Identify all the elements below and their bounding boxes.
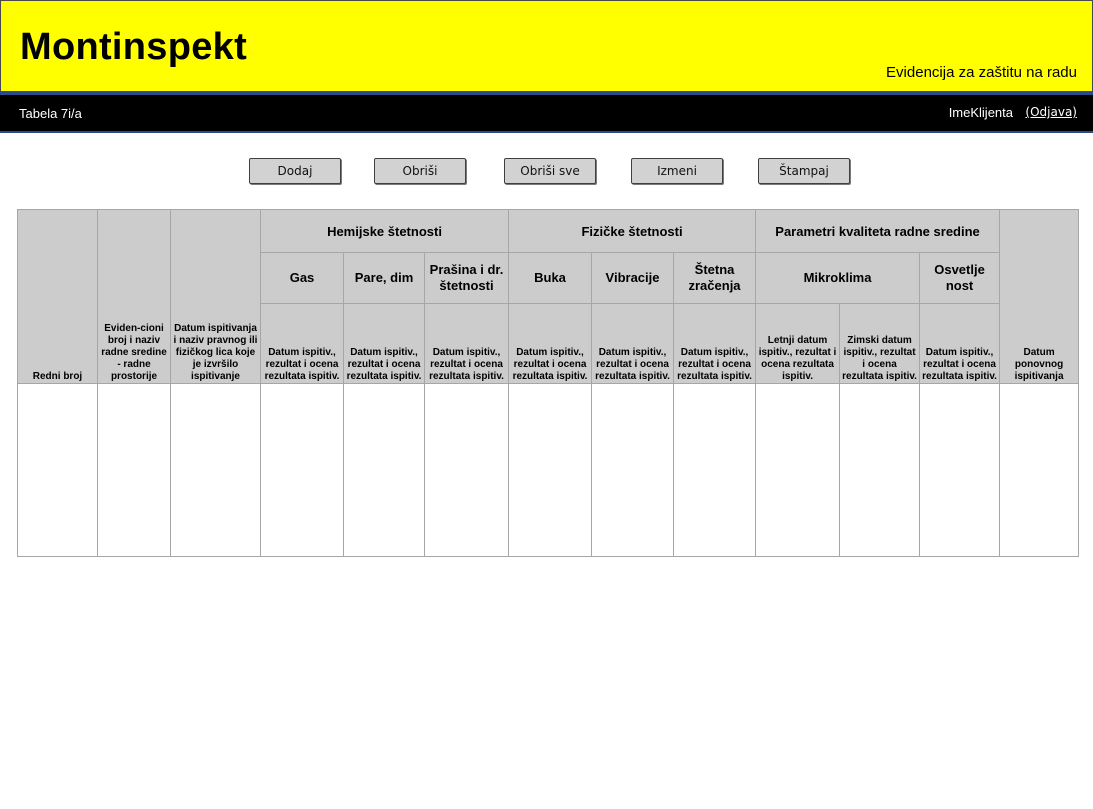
col-datum-ispitivanja: Datum ispitivanja i naziv pravnog ili fi…	[170, 209, 261, 384]
sub-prasina: Prašina i dr. štetnosti	[423, 252, 510, 304]
group-fizicke: Fizičke štetnosti	[508, 209, 757, 253]
detail-gas: Datum ispitiv., rezultat i ocena rezulta…	[260, 303, 344, 384]
detail-prasina: Datum ispitiv., rezultat i ocena rezulta…	[423, 303, 510, 384]
col-ponovno: Datum ponovnog ispitivanja	[999, 209, 1080, 384]
sub-stetna-zracenja: Štetna zračenja	[673, 252, 757, 304]
table-cell[interactable]	[999, 383, 1080, 557]
sub-pare: Pare, dim	[343, 252, 425, 304]
detail-stetna: Datum ispitiv., rezultat i ocena rezulta…	[673, 303, 757, 384]
group-hemijske: Hemijske štetnosti	[259, 209, 510, 253]
table-cell[interactable]	[17, 383, 98, 557]
detail-letnji: Letnji datum ispitiv., rezultat i ocena …	[755, 303, 841, 384]
records-table: Redni broj Eviden-cioni broj i naziv rad…	[17, 209, 1080, 557]
nav-bar: Tabela 7i/a ImeKlijenta (Odjava)	[0, 92, 1093, 133]
col-redni-broj: Redni broj	[17, 209, 98, 384]
add-button[interactable]: Dodaj	[249, 158, 341, 184]
detail-pare: Datum ispitiv., rezultat i ocena rezulta…	[343, 303, 425, 384]
detail-zimski: Zimski datum ispitiv., rezultat i ocena …	[839, 303, 921, 384]
table-cell[interactable]	[508, 383, 593, 557]
detail-osvetljenost: Datum ispitiv., rezultat i ocena rezulta…	[919, 303, 1001, 384]
table-cell[interactable]	[423, 383, 510, 557]
app-title: Montinspekt	[20, 26, 248, 68]
table-cell[interactable]	[97, 383, 171, 557]
table-cell[interactable]	[673, 383, 757, 557]
logout-link[interactable]: (Odjava)	[1025, 105, 1077, 119]
table-row[interactable]	[17, 383, 1080, 557]
table-cell[interactable]	[170, 383, 261, 557]
detail-vibracije: Datum ispitiv., rezultat i ocena rezulta…	[591, 303, 675, 384]
table-cell[interactable]	[839, 383, 921, 557]
edit-button[interactable]: Izmeni	[631, 158, 723, 184]
table-cell[interactable]	[343, 383, 425, 557]
table-cell[interactable]	[591, 383, 675, 557]
table-cell[interactable]	[260, 383, 344, 557]
print-button[interactable]: Štampaj	[758, 158, 850, 184]
sub-mikroklima: Mikroklima	[755, 252, 921, 304]
table-cell[interactable]	[755, 383, 841, 557]
delete-button[interactable]: Obriši	[374, 158, 466, 184]
table-cell[interactable]	[919, 383, 1001, 557]
delete-all-button[interactable]: Obriši sve	[504, 158, 596, 184]
sub-buka: Buka	[508, 252, 593, 304]
sub-vibracije: Vibracije	[591, 252, 675, 304]
sub-osvetljenost: Osvetlje nost	[919, 252, 1001, 304]
client-name: ImeKlijenta	[948, 105, 1013, 120]
detail-buka: Datum ispitiv., rezultat i ocena rezulta…	[508, 303, 593, 384]
sub-gas: Gas	[260, 252, 344, 304]
table-label: Tabela 7i/a	[19, 106, 82, 121]
app-header: Montinspekt Evidencija za zaštitu na rad…	[0, 0, 1093, 92]
app-subtitle: Evidencija za zaštitu na radu	[886, 64, 1077, 81]
col-evidencioni: Eviden-cioni broj i naziv radne sredine …	[97, 209, 171, 384]
group-parametri: Parametri kvaliteta radne sredine	[755, 209, 1001, 253]
